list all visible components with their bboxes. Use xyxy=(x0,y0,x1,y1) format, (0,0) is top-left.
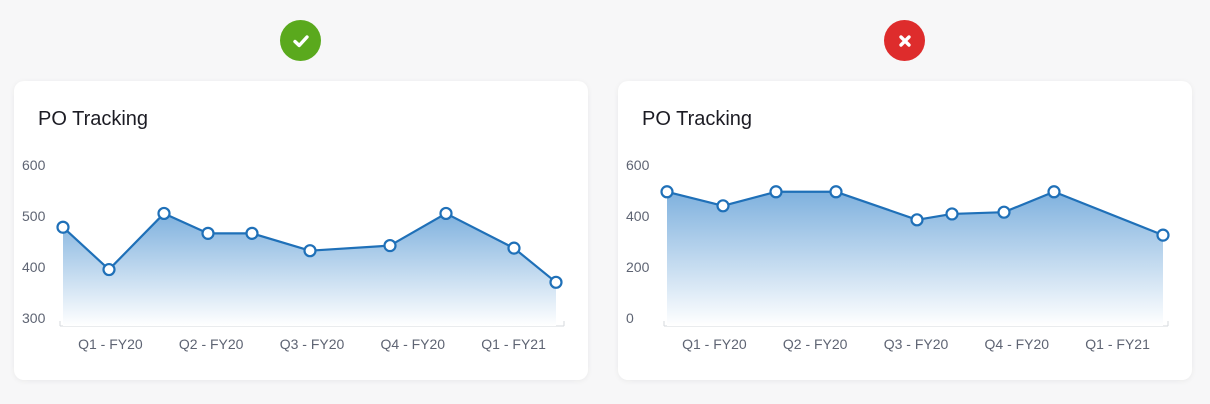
checkmark-icon xyxy=(292,34,309,47)
data-point xyxy=(303,244,317,258)
data-point xyxy=(157,206,171,221)
y-tick-label: 400 xyxy=(22,259,46,275)
y-tick-label: 300 xyxy=(22,310,46,326)
data-point xyxy=(549,275,563,289)
correct-badge xyxy=(280,20,321,61)
x-tick-label: Q3 - FY20 xyxy=(280,336,345,352)
area-fill xyxy=(667,191,1163,326)
data-point xyxy=(102,262,116,277)
po-tracking-chart-incorrect: 0 200 400 600 Q1 - FY20 Q2 - FY20 Q3 - FY20 Q4 … xyxy=(626,157,1170,352)
data-point xyxy=(56,220,70,234)
data-point xyxy=(769,185,783,199)
data-point xyxy=(439,206,453,221)
area-fill xyxy=(63,213,556,326)
data-point xyxy=(716,199,730,213)
y-tick-label: 600 xyxy=(22,157,46,173)
y-tick-label: 400 xyxy=(626,208,650,224)
data-point xyxy=(945,207,959,221)
y-tick-label: 0 xyxy=(626,310,634,326)
x-tick-label: Q4 - FY20 xyxy=(985,336,1050,352)
data-point xyxy=(1047,185,1061,199)
po-tracking-chart-correct: 300 400 500 600 Q1 - FY20 Q2 - FY20 Q3 - FY20 Q… xyxy=(22,157,565,352)
x-tick-label: Q1 - FY21 xyxy=(1085,336,1150,352)
x-tick-label: Q2 - FY20 xyxy=(179,336,244,352)
y-tick-label: 500 xyxy=(22,208,46,224)
data-point xyxy=(201,226,215,240)
x-tick-label: Q3 - FY20 xyxy=(884,336,949,352)
x-tick-label: Q1 - FY20 xyxy=(682,336,747,352)
chart-card-correct: PO Tracking 300 400 500 600 Q1 - FY20 Q2 - FY… xyxy=(14,81,588,380)
data-point xyxy=(910,213,924,227)
data-point xyxy=(383,238,397,253)
x-tick-label: Q1 - FY20 xyxy=(78,336,143,352)
data-point xyxy=(507,241,521,255)
x-tick-label: Q2 - FY20 xyxy=(783,336,848,352)
data-point xyxy=(829,185,843,199)
x-tick-label: Q1 - FY21 xyxy=(481,336,546,352)
data-point xyxy=(1156,228,1170,242)
data-point xyxy=(245,226,259,240)
data-point xyxy=(660,185,674,199)
x-tick-label: Q4 - FY20 xyxy=(381,336,446,352)
y-tick-label: 200 xyxy=(626,259,650,275)
data-point xyxy=(997,205,1011,219)
y-tick-label: 600 xyxy=(626,157,650,173)
incorrect-badge xyxy=(884,20,925,61)
close-icon xyxy=(898,34,911,47)
chart-card-incorrect: PO Tracking 0 200 400 600 Q1 - FY20 Q2 - FY20… xyxy=(618,81,1192,380)
